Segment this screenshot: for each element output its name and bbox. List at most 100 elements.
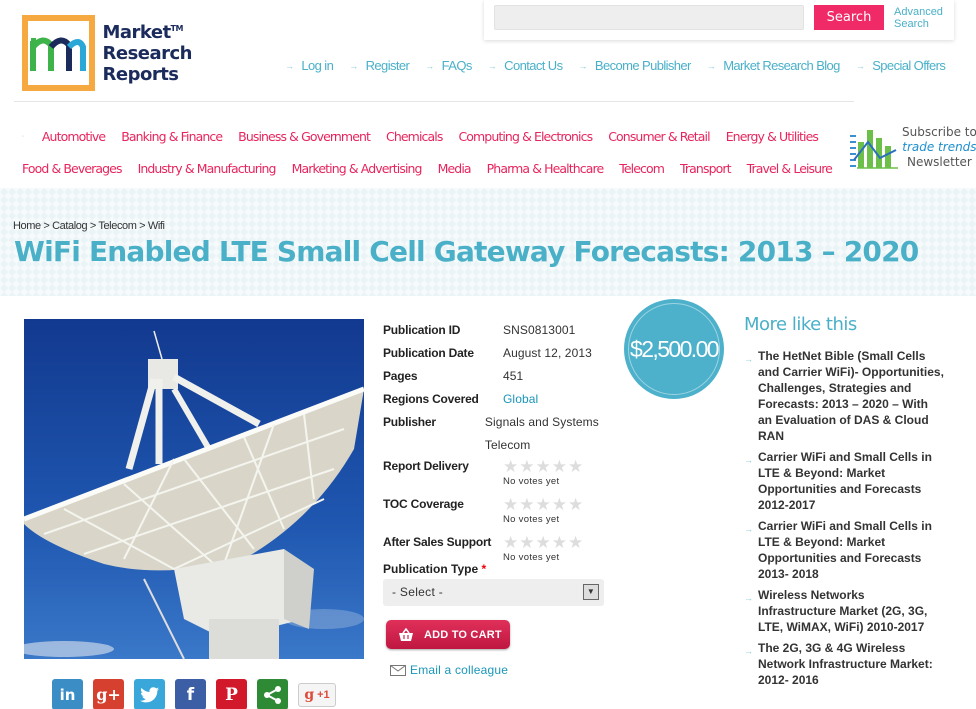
search-button[interactable]: Search bbox=[814, 5, 884, 30]
site-logo[interactable]: Market Research Reports TM bbox=[22, 14, 192, 92]
star-icon[interactable]: ★ bbox=[519, 458, 534, 475]
related-report-title: Wireless Networks Infrastructure Market … bbox=[758, 588, 928, 634]
pinterest-icon[interactable]: P bbox=[216, 679, 247, 709]
top-link-blog[interactable]: → Market Research Blog bbox=[706, 58, 841, 73]
star-icon[interactable]: ★ bbox=[568, 534, 583, 551]
related-report-item[interactable]: → Carrier WiFi and Small Cells in LTE & B… bbox=[744, 518, 944, 582]
facebook-icon[interactable]: f bbox=[175, 679, 206, 709]
logo-wordmark: Market Research Reports TM bbox=[103, 22, 193, 85]
category-banking-finance[interactable]: Banking & Finance bbox=[121, 129, 223, 144]
linkedin-glyph: in bbox=[59, 685, 76, 704]
select-value: - Select - bbox=[392, 585, 444, 599]
category-energy-utilities[interactable]: Energy & Utilities bbox=[726, 129, 819, 144]
rating-note: No votes yet bbox=[503, 552, 560, 563]
top-nav: → Log in → Register → FAQs → Contact Us → Bec… bbox=[285, 58, 961, 73]
related-report-item[interactable]: → The 2G, 3G & 4G Wireless Network Infras… bbox=[744, 640, 944, 688]
arrow-right-icon: → bbox=[706, 60, 716, 71]
related-report-item[interactable]: → Carrier WiFi and Small Cells in LTE & B… bbox=[744, 449, 944, 513]
twitter-bird-glyph bbox=[139, 686, 159, 702]
detail-value: SNS0813001 bbox=[503, 323, 576, 337]
category-consumer-retail[interactable]: Consumer & Retail bbox=[608, 129, 710, 144]
breadcrumb-separator: > bbox=[40, 220, 53, 232]
star-icon[interactable]: ★ bbox=[503, 458, 518, 475]
chevron-down-icon[interactable]: ▼ bbox=[583, 584, 599, 600]
top-link-label: Market Research Blog bbox=[723, 58, 840, 73]
category-nav: Automotive Banking & Finance Business & … bbox=[14, 120, 834, 184]
rating-label: TOC Coverage bbox=[383, 497, 464, 511]
star-icon[interactable]: ★ bbox=[536, 496, 551, 513]
google-plus-icon[interactable]: g+ bbox=[93, 679, 124, 709]
star-icon[interactable]: ★ bbox=[519, 534, 534, 551]
category-chemicals[interactable]: Chemicals bbox=[386, 129, 443, 144]
top-link-login[interactable]: → Log in bbox=[285, 58, 334, 73]
breadcrumb-catalog[interactable]: Catalog bbox=[52, 220, 88, 232]
google-plus-glyph: g+ bbox=[96, 685, 121, 704]
category-pharma-healthcare[interactable]: Pharma & Healthcare bbox=[487, 161, 605, 176]
related-report-item[interactable]: → Wireless Networks Infrastructure Market… bbox=[744, 587, 944, 635]
top-link-faqs[interactable]: → FAQs bbox=[425, 58, 472, 73]
category-food-beverages[interactable]: Food & Beverages bbox=[22, 161, 122, 176]
detail-label: Publication ID bbox=[383, 323, 461, 337]
breadcrumb-separator: > bbox=[87, 220, 99, 232]
star-icon[interactable]: ★ bbox=[503, 534, 518, 551]
star-icon[interactable]: ★ bbox=[519, 496, 534, 513]
newsletter-subscribe[interactable]: Subscribe to trade trends Newsletter bbox=[848, 122, 976, 172]
category-telecom[interactable]: Telecom bbox=[619, 161, 665, 176]
pinterest-glyph: P bbox=[225, 684, 238, 705]
arrow-right-icon: → bbox=[744, 593, 753, 603]
share-icon[interactable] bbox=[257, 679, 288, 709]
breadcrumb: Home > Catalog > Telecom > Wifi bbox=[13, 220, 165, 232]
star-icon[interactable]: ★ bbox=[503, 496, 518, 513]
category-row-1: Automotive Banking & Finance Business & … bbox=[14, 120, 834, 152]
related-report-item[interactable]: → The HetNet Bible (Small Cells and Carri… bbox=[744, 348, 944, 444]
star-icon[interactable]: ★ bbox=[568, 458, 583, 475]
category-industry-manufacturing[interactable]: Industry & Manufacturing bbox=[138, 161, 277, 176]
logo-mark bbox=[22, 15, 95, 91]
category-travel-leisure[interactable]: Travel & Leisure bbox=[747, 161, 833, 176]
top-link-special-offers[interactable]: → Special Offers bbox=[856, 58, 946, 73]
star-icon[interactable]: ★ bbox=[568, 496, 583, 513]
star-rating[interactable]: ★ ★ ★ ★ ★ bbox=[503, 496, 584, 513]
search-input[interactable] bbox=[494, 5, 804, 30]
arrow-right-icon: → bbox=[744, 455, 753, 465]
advanced-search-link[interactable]: Advanced Search bbox=[894, 6, 943, 30]
arrow-right-icon: → bbox=[744, 524, 753, 534]
email-colleague-link[interactable]: Email a colleague bbox=[390, 663, 508, 677]
category-media[interactable]: Media bbox=[438, 161, 472, 176]
star-icon[interactable]: ★ bbox=[552, 496, 567, 513]
top-link-contact-us[interactable]: → Contact Us bbox=[488, 58, 563, 73]
star-icon[interactable]: ★ bbox=[536, 458, 551, 475]
star-rating[interactable]: ★ ★ ★ ★ ★ bbox=[503, 458, 584, 475]
page-title: WiFi Enabled LTE Small Cell Gateway Fore… bbox=[14, 235, 919, 268]
top-link-register[interactable]: → Register bbox=[349, 58, 410, 73]
home-icon[interactable] bbox=[22, 127, 24, 145]
breadcrumb-telecom[interactable]: Telecom bbox=[98, 220, 137, 232]
rating-report-delivery: Report Delivery ★ ★ ★ ★ ★ No votes yet bbox=[383, 458, 623, 495]
star-icon[interactable]: ★ bbox=[552, 534, 567, 551]
share-nodes-glyph bbox=[263, 685, 281, 704]
top-link-label: Special Offers bbox=[872, 58, 946, 73]
category-marketing-advertising[interactable]: Marketing & Advertising bbox=[292, 161, 423, 176]
star-rating[interactable]: ★ ★ ★ ★ ★ bbox=[503, 534, 584, 551]
logo-line-2: Research bbox=[102, 42, 193, 64]
publication-type-select[interactable]: - Select - ▼ bbox=[383, 579, 604, 606]
category-automotive[interactable]: Automotive bbox=[42, 129, 106, 144]
category-computing-electronics[interactable]: Computing & Electronics bbox=[458, 129, 593, 144]
twitter-icon[interactable] bbox=[134, 679, 165, 709]
add-to-cart-button[interactable]: ADD TO CART bbox=[386, 620, 510, 649]
breadcrumb-home[interactable]: Home bbox=[13, 220, 41, 232]
star-icon[interactable]: ★ bbox=[552, 458, 567, 475]
plus-one-label: +1 bbox=[317, 689, 330, 701]
google-plus-one-button[interactable]: g +1 bbox=[298, 683, 336, 707]
top-link-become-publisher[interactable]: → Become Publisher bbox=[578, 58, 691, 73]
region-link[interactable]: Global bbox=[503, 388, 538, 411]
newsletter-text: Subscribe to trade trends Newsletter bbox=[902, 125, 976, 170]
email-colleague-label: Email a colleague bbox=[410, 663, 509, 677]
header-divider bbox=[14, 101, 854, 102]
breadcrumb-wifi[interactable]: Wifi bbox=[148, 220, 165, 232]
basket-icon bbox=[399, 627, 413, 641]
linkedin-icon[interactable]: in bbox=[52, 679, 83, 709]
star-icon[interactable]: ★ bbox=[536, 534, 551, 551]
category-transport[interactable]: Transport bbox=[680, 161, 731, 176]
category-business-government[interactable]: Business & Government bbox=[238, 129, 371, 144]
